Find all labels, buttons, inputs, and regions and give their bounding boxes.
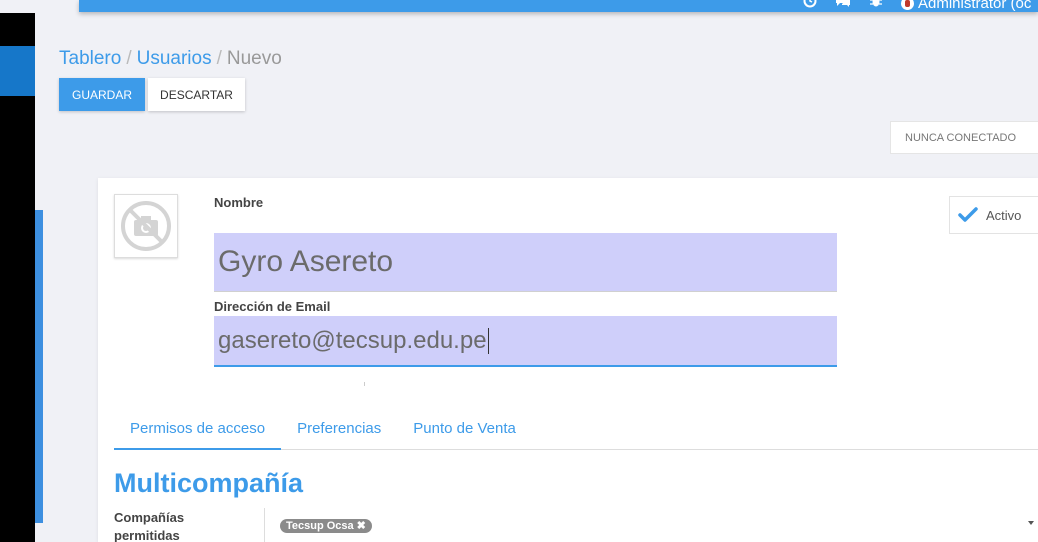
active-label: Activo <box>986 207 1022 223</box>
sidebar-accent-stripe <box>35 210 43 523</box>
user-name: Administrator (oc <box>918 0 1032 12</box>
sidebar-block-top <box>0 13 35 46</box>
email-field[interactable]: gasereto@tecsup.edu.pe <box>214 316 837 367</box>
remove-tag-icon[interactable]: ✖ <box>357 519 366 533</box>
company-tag-label: Tecsup Ocsa <box>286 520 354 532</box>
text-cursor <box>487 327 489 354</box>
section-title: Multicompañía <box>114 468 304 498</box>
status-badge: NUNCA CONECTADO <box>890 121 1038 154</box>
checkmark-icon <box>958 207 978 222</box>
breadcrumb-users-link[interactable]: Usuarios <box>137 48 212 70</box>
email-value: gasereto@tecsup.edu.pe <box>218 326 487 354</box>
breadcrumb-separator: / <box>126 48 132 69</box>
form-sheet: Nombre Gyro Asereto Dirección de Email g… <box>98 178 1038 542</box>
user-menu[interactable]: Administrator (oc <box>901 0 1031 12</box>
divider-tick <box>364 382 365 386</box>
name-label: Nombre <box>214 195 264 210</box>
bug-icon[interactable] <box>869 0 883 12</box>
user-avatar <box>901 0 914 10</box>
dropdown-caret-icon[interactable] <box>1028 521 1034 525</box>
save-button[interactable]: GUARDAR <box>59 78 145 111</box>
clock-icon[interactable] <box>803 0 817 12</box>
breadcrumb-separator: / <box>216 48 222 69</box>
user-photo[interactable] <box>114 194 178 258</box>
allowed-companies-field[interactable]: Tecsup Ocsa ✖ <box>264 508 1038 542</box>
tab-bar: Permisos de acceso Preferencias Punto de… <box>114 411 1038 450</box>
discard-button[interactable]: DESCARTAR <box>148 78 245 111</box>
tab-point-of-sale[interactable]: Punto de Venta <box>397 411 532 450</box>
no-camera-icon <box>121 201 171 251</box>
name-field[interactable]: Gyro Asereto <box>214 233 837 292</box>
chat-icon[interactable] <box>835 0 851 12</box>
company-tag: Tecsup Ocsa ✖ <box>280 519 372 533</box>
left-sidebar <box>0 0 35 542</box>
breadcrumb-dashboard-link[interactable]: Tablero <box>59 48 121 70</box>
sidebar-block <box>0 96 35 542</box>
allowed-companies-label: Compañías permitidas <box>114 510 185 542</box>
sidebar-item-active[interactable] <box>0 46 35 96</box>
tab-access-rights[interactable]: Permisos de acceso <box>114 411 282 450</box>
breadcrumb: Tablero / Usuarios / Nuevo <box>59 48 282 70</box>
email-label: Dirección de Email <box>214 299 331 314</box>
top-navbar: Administrator (oc <box>79 0 1038 12</box>
tab-preferences[interactable]: Preferencias <box>281 411 397 450</box>
breadcrumb-current: Nuevo <box>226 48 282 69</box>
active-toggle-button[interactable]: Activo <box>949 196 1038 234</box>
